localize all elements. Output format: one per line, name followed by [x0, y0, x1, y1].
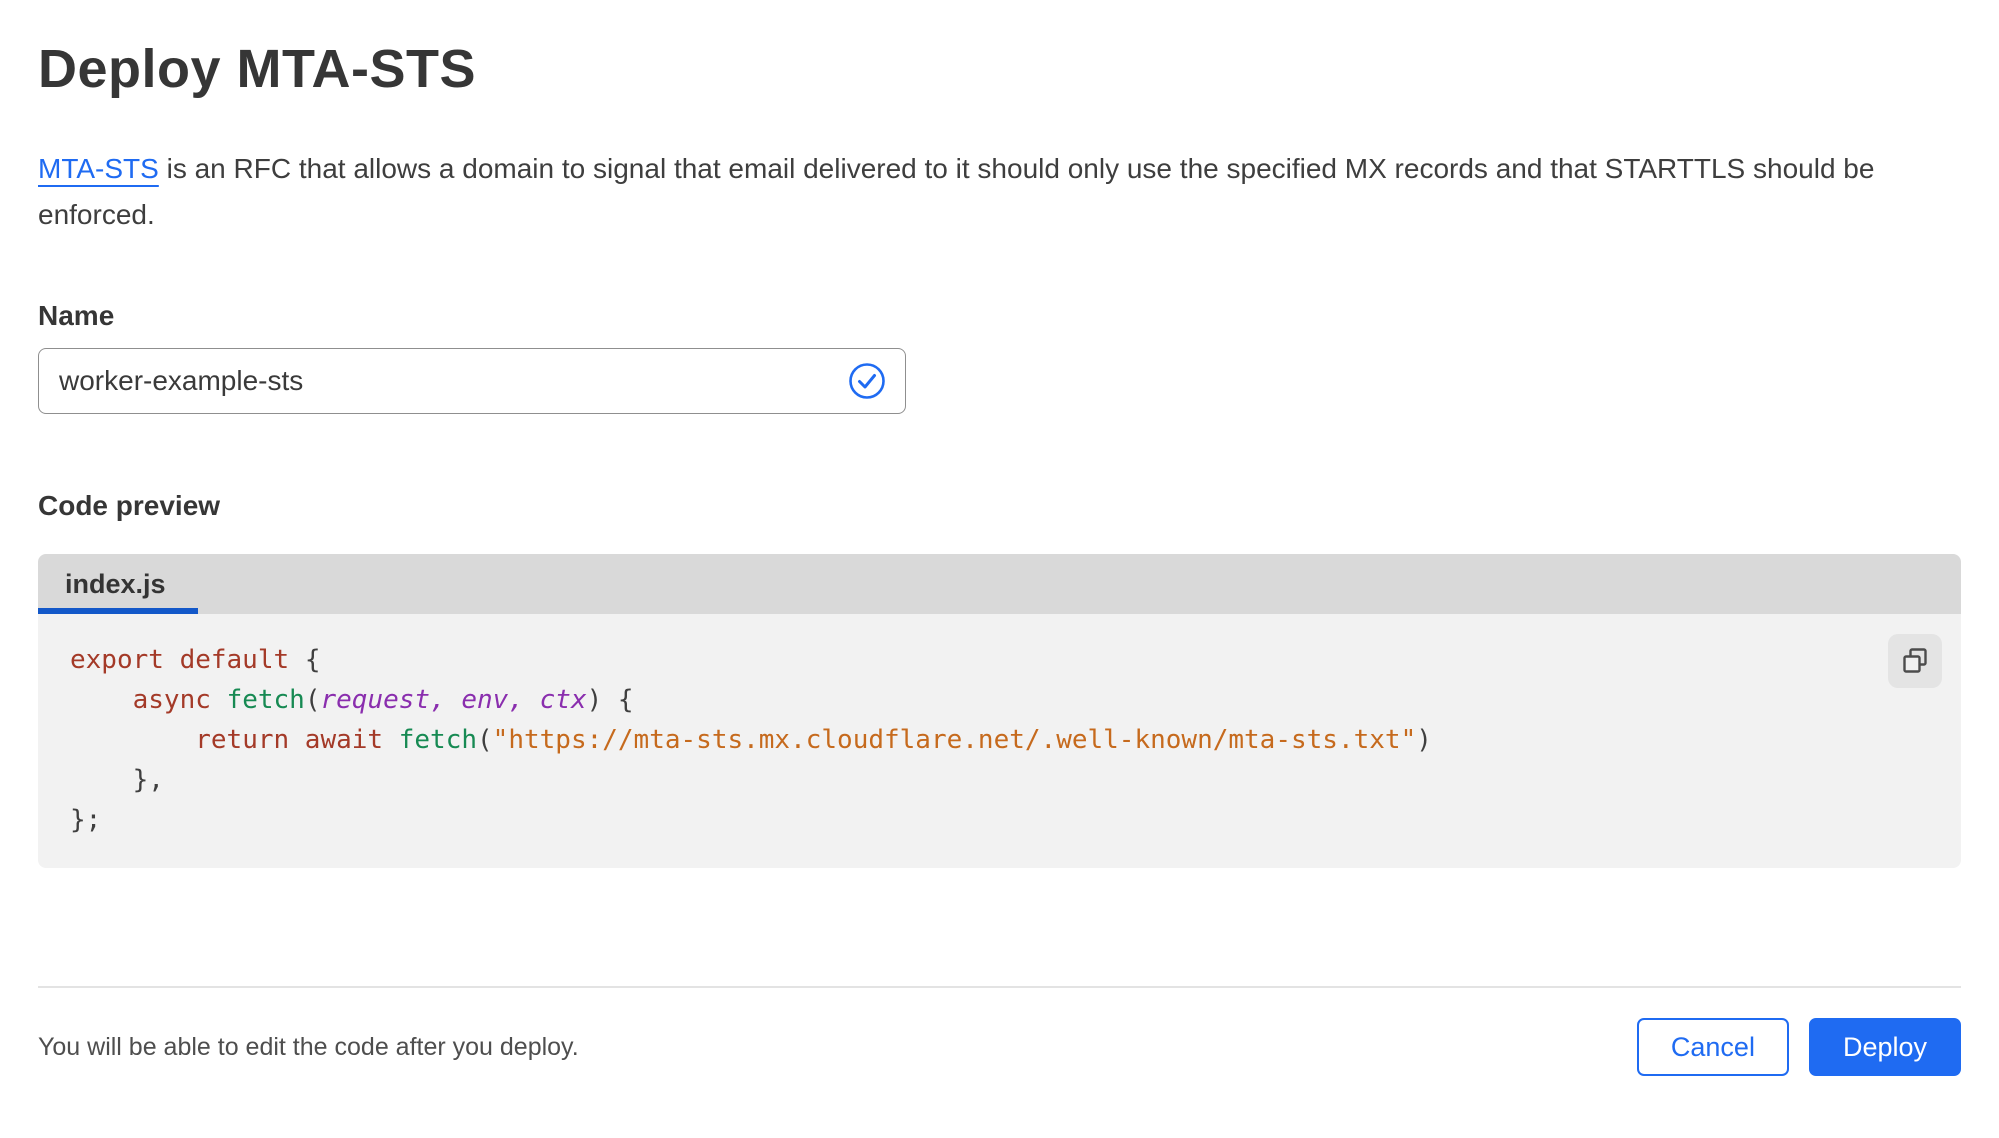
code-tab-bar: index.js — [38, 554, 1961, 614]
footer-note: You will be able to edit the code after … — [38, 1032, 579, 1061]
footer: You will be able to edit the code after … — [38, 1018, 1961, 1076]
footer-actions: Cancel Deploy — [1636, 1018, 1961, 1076]
tab-index-js[interactable]: index.js — [38, 554, 198, 614]
description-text: is an RFC that allows a domain to signal… — [38, 153, 1875, 230]
code-block: export default { async fetch(request, en… — [38, 614, 1961, 868]
name-input[interactable] — [38, 348, 906, 414]
page-title: Deploy MTA-STS — [38, 39, 476, 99]
footer-divider — [38, 986, 1961, 988]
code-preview-card: index.js export default { async fetch(re… — [38, 554, 1961, 868]
code-lines: export default { async fetch(request, en… — [70, 645, 1432, 835]
mta-sts-link[interactable]: MTA-STS — [38, 153, 159, 184]
deploy-mta-sts-page: Deploy MTA-STS MTA-STS is an RFC that al… — [0, 0, 1999, 1138]
copy-icon — [1903, 648, 1927, 673]
tab-label: index.js — [65, 568, 166, 599]
code-preview-label: Code preview — [38, 490, 221, 521]
cancel-button[interactable]: Cancel — [1636, 1018, 1789, 1076]
description: MTA-STS is an RFC that allows a domain t… — [38, 146, 1933, 238]
name-input-wrap — [38, 348, 906, 414]
copy-button[interactable] — [1888, 634, 1942, 688]
deploy-button[interactable]: Deploy — [1808, 1018, 1961, 1076]
name-label: Name — [38, 300, 115, 331]
